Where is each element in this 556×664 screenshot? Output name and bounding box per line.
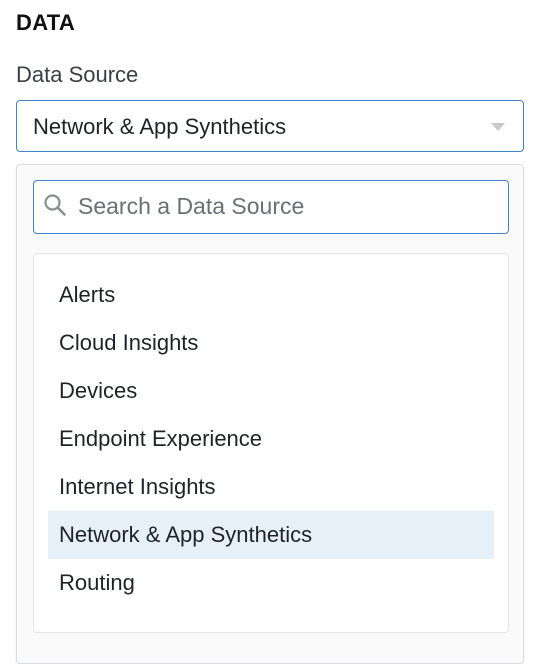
chevron-down-icon: [491, 123, 505, 131]
option-item[interactable]: Internet Insights: [48, 463, 494, 511]
search-field[interactable]: [33, 180, 509, 234]
option-item[interactable]: Network & App Synthetics: [48, 511, 494, 559]
option-item[interactable]: Routing: [48, 559, 494, 607]
option-item[interactable]: Endpoint Experience: [48, 415, 494, 463]
option-item[interactable]: Alerts: [48, 271, 494, 319]
data-source-select[interactable]: Network & App Synthetics: [16, 100, 524, 152]
data-source-label: Data Source: [16, 62, 139, 87]
search-input[interactable]: [78, 181, 498, 231]
data-source-dropdown: AlertsCloud InsightsDevicesEndpoint Expe…: [16, 164, 524, 664]
option-item[interactable]: Cloud Insights: [48, 319, 494, 367]
option-item[interactable]: Devices: [48, 367, 494, 415]
search-icon: [44, 194, 66, 216]
section-title: DATA: [16, 10, 76, 35]
data-source-selected-value: Network & App Synthetics: [33, 114, 287, 139]
options-list: Alerts Cloud Insights Devices Endpoint Expe…: [33, 253, 509, 633]
